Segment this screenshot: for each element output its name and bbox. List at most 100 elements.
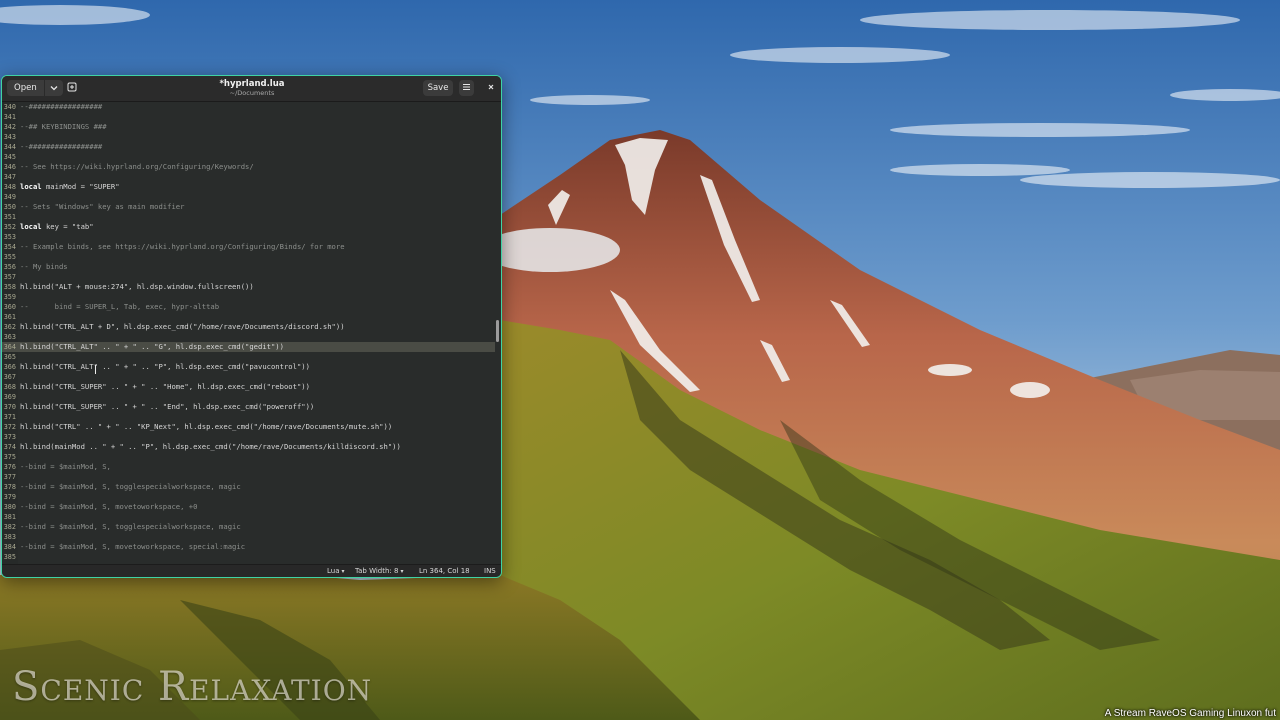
code-text: hl.bind("ALT + mouse:274", hl.dsp.window… — [20, 282, 254, 291]
code-line[interactable]: 343 — [2, 132, 501, 142]
code-text: --bind = $mainMod, S, movetoworkspace, +… — [20, 502, 198, 511]
line-number: 373 — [3, 433, 16, 441]
line-number: 361 — [3, 313, 16, 321]
code-line[interactable]: 377 — [2, 472, 501, 482]
code-line[interactable]: 353 — [2, 232, 501, 242]
line-number: 384 — [3, 543, 16, 551]
code-line[interactable]: 340 --################# — [2, 102, 501, 112]
code-line[interactable]: 368 hl.bind("CTRL_SUPER" .. " + " .. "Hom… — [2, 382, 501, 392]
code-text: --################# — [20, 142, 103, 151]
save-button[interactable]: Save — [423, 80, 453, 96]
code-line[interactable]: 375 — [2, 452, 501, 462]
code-line[interactable]: 372 hl.bind("CTRL" .. " + " .. "KP_Next",… — [2, 422, 501, 432]
new-tab-icon — [67, 82, 77, 95]
line-number: 379 — [3, 493, 16, 501]
line-number: 356 — [3, 263, 16, 271]
code-text: hl.bind("CTRL_ALT" .. " + " .. "P", hl.d… — [20, 362, 310, 371]
code-line[interactable]: 374 hl.bind(mainMod .. " + " .. "P", hl.d… — [2, 442, 501, 452]
code-line[interactable]: 376 --bind = $mainMod, S, — [2, 462, 501, 472]
main-menu-button[interactable] — [459, 80, 474, 96]
code-text: --bind = $mainMod, S, togglespecialworks… — [20, 522, 241, 531]
line-number: 352 — [3, 223, 16, 231]
code-line[interactable]: 363 — [2, 332, 501, 342]
line-number: 371 — [3, 413, 16, 421]
code-line[interactable]: 367 — [2, 372, 501, 382]
line-number: 343 — [3, 133, 16, 141]
open-button[interactable]: Open — [7, 80, 63, 96]
code-line[interactable]: 348 local mainMod = "SUPER" — [2, 182, 501, 192]
window-title-block: *hyprland.lua ~/Documents — [152, 79, 352, 97]
code-text: hl.bind("CTRL_ALT + D", hl.dsp.exec_cmd(… — [20, 322, 345, 331]
code-line[interactable]: 373 — [2, 432, 501, 442]
new-tab-button[interactable] — [64, 80, 79, 96]
line-number: 346 — [3, 163, 16, 171]
close-window-button[interactable] — [483, 80, 498, 96]
line-number: 345 — [3, 153, 16, 161]
code-line[interactable]: 355 — [2, 252, 501, 262]
code-line[interactable]: 345 — [2, 152, 501, 162]
line-number: 365 — [3, 353, 16, 361]
code-line[interactable]: 361 — [2, 312, 501, 322]
line-number: 380 — [3, 503, 16, 511]
line-number: 344 — [3, 143, 16, 151]
tab-width-selector[interactable]: Tab Width: 8 ▾ — [355, 567, 403, 575]
line-number: 369 — [3, 393, 16, 401]
code-text: --bind = $mainMod, S, togglespecialworks… — [20, 482, 241, 491]
code-line[interactable]: 341 — [2, 112, 501, 122]
line-number: 376 — [3, 463, 16, 471]
code-line[interactable]: 381 — [2, 512, 501, 522]
code-line[interactable]: 370 hl.bind("CTRL_SUPER" .. " + " .. "End… — [2, 402, 501, 412]
line-number: 385 — [3, 553, 16, 561]
insert-mode-indicator: INS — [484, 567, 496, 575]
chevron-down-icon[interactable] — [44, 80, 63, 96]
code-line[interactable]: 378 --bind = $mainMod, S, togglespecialwo… — [2, 482, 501, 492]
line-number: 378 — [3, 483, 16, 491]
code-line[interactable]: 346 -- See https://wiki.hyprland.org/Conf… — [2, 162, 501, 172]
line-number: 366 — [3, 363, 16, 371]
code-line[interactable]: 365 — [2, 352, 501, 362]
code-text: -- See https://wiki.hyprland.org/Configu… — [20, 162, 254, 171]
code-line[interactable]: 362 hl.bind("CTRL_ALT + D", hl.dsp.exec_c… — [2, 322, 501, 332]
code-editor-area[interactable]: 340 --################# 341 342 --## KEYBIND… — [2, 102, 501, 564]
window-subtitle-path: ~/Documents — [229, 89, 275, 97]
line-number: 362 — [3, 323, 16, 331]
code-line[interactable]: 351 — [2, 212, 501, 222]
line-number: 354 — [3, 243, 16, 251]
code-line[interactable]: 364 hl.bind("CTRL_ALT" .. " + " .. "G", h… — [2, 342, 495, 352]
line-number: 383 — [3, 533, 16, 541]
code-line[interactable]: 352 local key = "tab" — [2, 222, 501, 232]
code-line[interactable]: 344 --################# — [2, 142, 501, 152]
code-text: -- bind = SUPER_L, Tab, exec, hypr-altta… — [20, 302, 220, 311]
vertical-scrollbar[interactable] — [496, 320, 499, 342]
code-line[interactable]: 360 -- bind = SUPER_L, Tab, exec, hypr-al… — [2, 302, 501, 312]
code-line[interactable]: 369 — [2, 392, 501, 402]
code-line[interactable]: 356 -- My binds — [2, 262, 501, 272]
code-lines: 340 --################# 341 342 --## KEYBIND… — [2, 102, 501, 562]
code-text: local key = "tab" — [20, 222, 94, 231]
text-editor-window: Open *hyprland.lua ~/Documents Save 340 … — [1, 75, 502, 578]
code-line[interactable]: 342 --## KEYBINDINGS ### — [2, 122, 501, 132]
code-line[interactable]: 384 --bind = $mainMod, S, movetoworkspace… — [2, 542, 501, 552]
line-number: 340 — [3, 103, 16, 111]
code-line[interactable]: 350 -- Sets "Windows" key as main modifie… — [2, 202, 501, 212]
code-line[interactable]: 382 --bind = $mainMod, S, togglespecialwo… — [2, 522, 501, 532]
code-line[interactable]: 358 hl.bind("ALT + mouse:274", hl.dsp.win… — [2, 282, 501, 292]
window-title: *hyprland.lua — [219, 79, 285, 89]
code-line[interactable]: 383 — [2, 532, 501, 542]
cursor-position[interactable]: Ln 364, Col 18 — [419, 567, 470, 575]
chevron-down-icon: ▾ — [400, 568, 404, 575]
close-icon — [487, 83, 495, 94]
code-line[interactable]: 366 hl.bind("CTRL_ALT" .. " + " .. "P", h… — [2, 362, 501, 372]
code-line[interactable]: 347 — [2, 172, 501, 182]
code-line[interactable]: 357 — [2, 272, 501, 282]
code-line[interactable]: 349 — [2, 192, 501, 202]
code-line[interactable]: 379 — [2, 492, 501, 502]
code-line[interactable]: 385 — [2, 552, 501, 562]
code-line[interactable]: 380 --bind = $mainMod, S, movetoworkspace… — [2, 502, 501, 512]
code-line[interactable]: 354 -- Example binds, see https://wiki.hy… — [2, 242, 501, 252]
line-number: 375 — [3, 453, 16, 461]
language-selector[interactable]: Lua ▾ — [327, 567, 345, 575]
line-number: 370 — [3, 403, 16, 411]
code-line[interactable]: 371 — [2, 412, 501, 422]
code-line[interactable]: 359 — [2, 292, 501, 302]
